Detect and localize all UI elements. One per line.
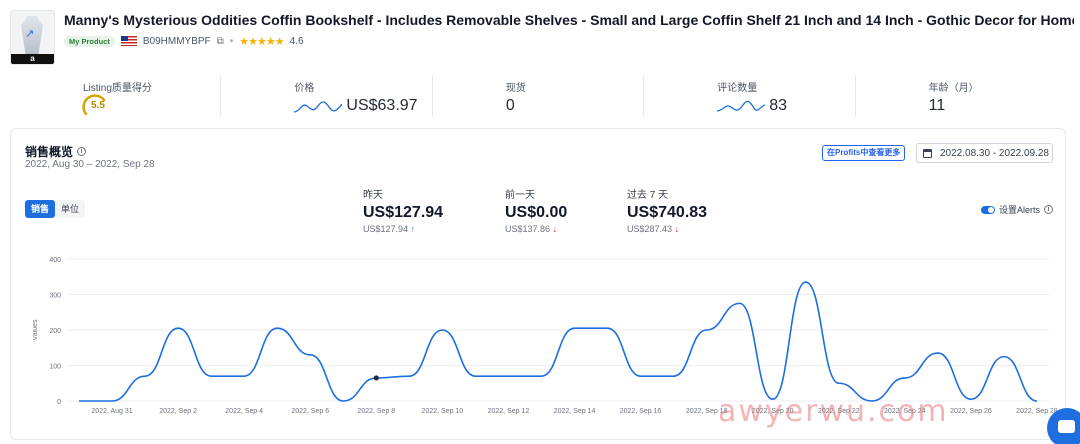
date-range-text: 2022.08.30 - 2022.09.28 [940, 147, 1049, 159]
stat-value: 0 [505, 97, 515, 114]
x-tick-label: 2022, Sep 4 [225, 408, 263, 415]
product-title[interactable]: Manny's Mysterious Oddities Coffin Books… [64, 12, 1074, 28]
panel-date-range: 2022, Aug 30 – 2022, Sep 28 [25, 159, 155, 170]
stat-label: 价格 [294, 83, 315, 94]
toggle-switch[interactable] [981, 205, 995, 214]
watermark: awyerwu.com [718, 394, 949, 429]
metric-toggle: 销售 单位 [25, 200, 86, 218]
y-tick-label: 0 [57, 399, 61, 406]
kpi-label: 过去 7 天 [627, 190, 669, 201]
calendar-icon [923, 148, 932, 158]
info-icon[interactable]: i [1044, 205, 1054, 214]
y-tick-label: 300 [49, 293, 61, 300]
rating-value: 4.6 [289, 35, 304, 47]
x-tick-label: 2022, Aug 31 [91, 408, 132, 415]
x-tick-label: 2022, Sep 8 [357, 408, 395, 415]
tab-sales[interactable]: 销售 [25, 200, 56, 218]
kpi-last-7-days: 过去 7 天 US$740.83 US$287.43 ↓ [627, 186, 707, 234]
panel-title-text: 销售概览 [25, 145, 74, 159]
info-icon[interactable]: i [77, 147, 87, 156]
product-thumbnail[interactable]: ↗ a [10, 10, 55, 65]
score-gauge: 5.5 [82, 94, 112, 116]
copy-icon[interactable]: ⧉ [217, 36, 224, 47]
my-product-badge: My Product [64, 35, 115, 47]
arrow-down-icon: ↓ [552, 224, 558, 234]
reviews-sparkline [717, 100, 766, 112]
stat-label: 现货 [505, 83, 526, 94]
stat-label: 评论数量 [717, 83, 758, 94]
date-range-picker[interactable]: 2022.08.30 - 2022.09.28 [916, 143, 1053, 163]
us-flag-icon [120, 36, 137, 46]
kpi-day-before: 前一天 US$0.00 US$137.86 ↓ [505, 186, 567, 234]
external-link-icon[interactable]: ↗ [25, 27, 34, 40]
highlight-point [373, 375, 379, 381]
stat-value: US$63.97 [346, 97, 418, 114]
kpi-compare: US$287.43 [627, 224, 673, 234]
star-rating-icon: ★★★★★ [239, 35, 284, 48]
kpi-value: US$127.94 [363, 204, 444, 221]
x-tick-label: 2022, Sep 10 [422, 408, 464, 415]
stat-price: 价格 US$63.97 [221, 76, 433, 116]
x-tick-label: 2022, Sep 2 [159, 408, 197, 415]
y-tick-label: 100 [49, 364, 61, 371]
y-axis-label: Values [33, 319, 39, 340]
series-line-sales [78, 281, 1038, 402]
score-value: 5.5 [91, 100, 105, 111]
tab-units[interactable]: 单位 [55, 200, 86, 218]
price-sparkline [294, 101, 343, 113]
kpi-compare: US$127.94 [363, 224, 409, 234]
view-in-profits-button[interactable]: 在Profits中查看更多 [822, 145, 906, 161]
y-tick-label: 400 [49, 257, 61, 264]
stats-row: Listing质量得分 5.5 价格 US$63.97 现货 0 评论数量 83… [10, 76, 1066, 116]
x-tick-label: 2022, Sep 6 [291, 408, 329, 415]
kpi-value: US$740.83 [627, 204, 708, 221]
amazon-logo: a [11, 54, 54, 64]
kpi-value: US$0.00 [505, 204, 568, 221]
x-tick-label: 2022, Sep 12 [488, 408, 530, 415]
x-tick-label: 2022, Sep 16 [620, 408, 662, 415]
y-tick-label: 200 [49, 328, 61, 335]
arrow-down-icon: ↓ [674, 224, 680, 234]
alerts-toggle[interactable]: 设置Alerts i [981, 203, 1054, 216]
kpi-compare: US$137.86 [505, 224, 551, 234]
stat-value: 83 [769, 97, 788, 114]
stat-label: Listing质量得分 [83, 83, 152, 94]
x-tick-label: 2022, Sep 26 [950, 408, 992, 415]
chat-support-button[interactable] [1047, 408, 1080, 444]
alerts-label: 设置Alerts [999, 205, 1041, 215]
product-meta: My Product B09HMMYBPF ⧉ • ★★★★★ 4.6 [64, 34, 304, 48]
stat-listing-score: Listing质量得分 5.5 [10, 76, 222, 116]
stat-value: 11 [928, 97, 946, 114]
stat-reviews: 评论数量 83 [644, 76, 856, 116]
stat-label: 年龄（月） [928, 83, 979, 94]
arrow-up-icon: ↑ [410, 224, 416, 234]
stat-age: 年龄（月） 11 [856, 76, 1066, 116]
kpi-yesterday: 昨天 US$127.94 US$127.94 ↑ [363, 186, 443, 234]
kpi-label: 前一天 [505, 190, 535, 201]
x-tick-label: 2022, Sep 14 [554, 408, 596, 415]
kpi-label: 昨天 [363, 190, 383, 201]
asin-text: B09HMMYBPF [142, 35, 211, 47]
stat-stock: 现货 0 [433, 76, 645, 116]
separator-dot: • [229, 35, 234, 47]
panel-title: 销售概览 i [25, 143, 87, 160]
